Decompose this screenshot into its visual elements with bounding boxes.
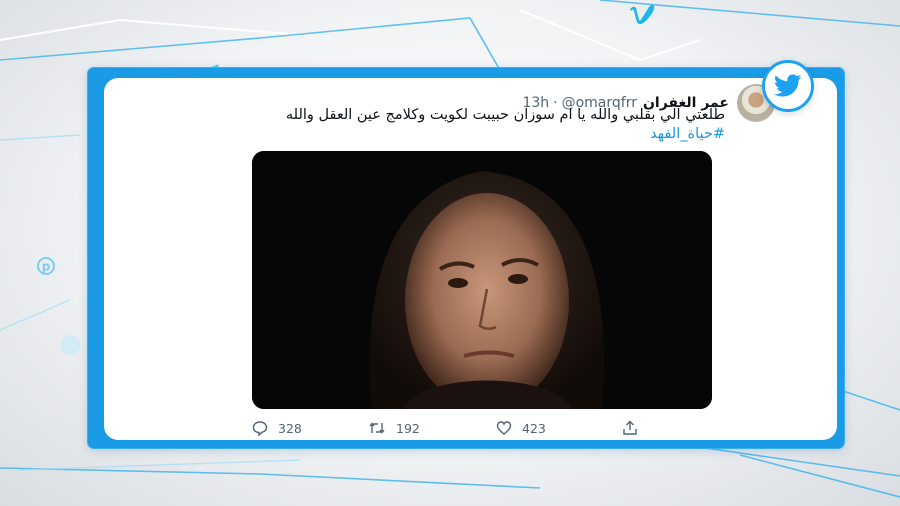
hashtag-link[interactable]: #حياة_الفهد xyxy=(165,125,725,144)
heart-icon xyxy=(496,421,512,435)
like-count: 423 xyxy=(522,420,546,436)
svg-text:p: p xyxy=(42,260,51,274)
tweet-text: طلعتي الي بقلبي والله يا ام سوزان حبيبت … xyxy=(165,106,725,144)
tweet-actions: 328 192 423 xyxy=(252,420,652,440)
share-action[interactable] xyxy=(622,420,648,436)
retweet-action[interactable]: 192 xyxy=(368,420,420,436)
like-action[interactable]: 423 xyxy=(496,420,546,436)
vimeo-icon xyxy=(630,4,655,24)
tweet-image[interactable] xyxy=(252,151,712,409)
reply-action[interactable]: 328 xyxy=(252,420,302,436)
tweet-body: طلعتي الي بقلبي والله يا ام سوزان حبيبت … xyxy=(285,107,725,123)
reply-count: 328 xyxy=(278,420,302,436)
share-icon xyxy=(623,420,637,435)
twitter-bird-icon xyxy=(774,74,802,97)
reply-icon xyxy=(252,421,268,436)
pinterest-icon: p xyxy=(37,257,55,275)
twitter-badge xyxy=(762,60,814,112)
tweet-card: عمر الغفران @omarqfrr · 13h طلعتي الي بق… xyxy=(104,78,837,440)
portrait-image xyxy=(252,151,712,409)
retweet-count: 192 xyxy=(396,420,420,436)
retweet-icon xyxy=(369,422,385,434)
